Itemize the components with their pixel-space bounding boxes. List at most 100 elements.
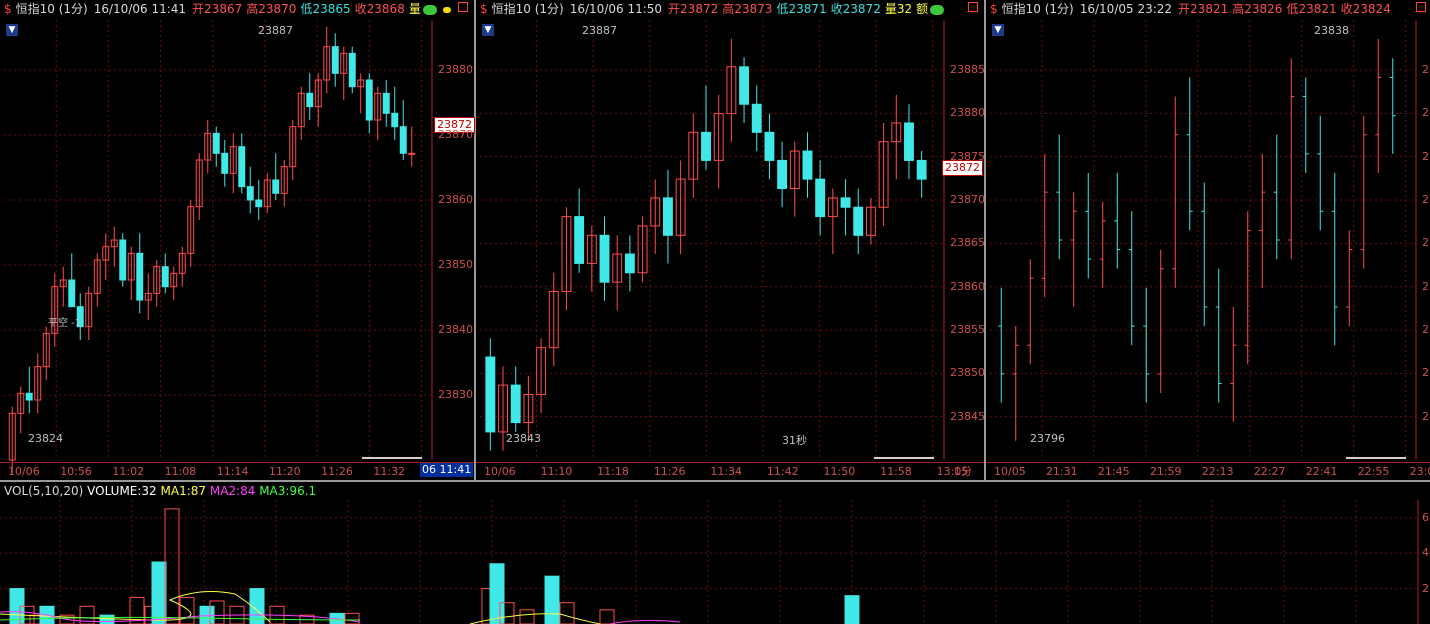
candle-body (306, 92, 314, 108)
x-tick-label: 10/05 (994, 465, 1026, 478)
candle-body (221, 152, 229, 174)
candle-body (815, 178, 826, 218)
candle-body (777, 159, 788, 190)
x-tick-label: 11:08 (164, 465, 197, 478)
y-tick-label: 23860 (438, 193, 473, 206)
candle-body (599, 234, 610, 283)
candle-body (382, 92, 390, 114)
x-tick-label: 10/06 (8, 465, 40, 478)
x-tick-label: 11:58 (880, 465, 912, 478)
candle-body (408, 152, 416, 155)
x-tick-label: 11:10 (540, 465, 573, 478)
candle-body (25, 392, 33, 401)
x-tick-label: 22:13 (1201, 465, 1234, 478)
high-marker: 23887 (258, 24, 293, 37)
x-tick-label: 11:20 (268, 465, 301, 478)
x-tick-label: 22:41 (1305, 465, 1338, 478)
x-axis: 10/06 10:56 11:02 11:08 11:14 11:20 11:26 11:32… (0, 462, 474, 481)
candle-body (701, 131, 711, 161)
bar-countdown: 31秒 (782, 434, 807, 447)
y-tick-label: 2 (1422, 366, 1429, 380)
volume-bar (151, 561, 167, 624)
y-tick-label: 2 (1422, 63, 1429, 76)
candle-body (739, 66, 749, 105)
y-tick-label: 23880 (438, 63, 473, 76)
candle-body (365, 79, 373, 121)
candle-body (399, 126, 407, 154)
period-label: 1分 (954, 465, 972, 478)
y-tick-label: 2 (1422, 409, 1429, 423)
chart-panel-3[interactable]: $ 恒指10 (1分) 16/10/05 23:22 开23821 高23826 低238… (986, 0, 1430, 480)
candle-body (751, 103, 762, 133)
candle-body (391, 112, 399, 128)
y-tick-label: 23850 (438, 258, 473, 271)
candle-body (802, 150, 813, 180)
trade-marker: 平空 -1 (48, 318, 82, 329)
volume-bar (99, 614, 115, 624)
x-tick-label: 11:26 (653, 465, 686, 478)
candlestick-chart-2[interactable] (476, 0, 986, 480)
x-tick-label: 10:56 (60, 465, 92, 478)
y-tick-label: 2 (1422, 279, 1429, 293)
volume-bar (844, 595, 860, 624)
y-tick-label: 23850 (950, 366, 985, 380)
x-tick-label: 22:27 (1253, 465, 1286, 478)
candle-body (212, 132, 220, 154)
chart-panel-2[interactable]: $ 恒指10 (1分) 16/10/06 11:50 开23872 高23873 低238… (476, 0, 986, 480)
y-tick-label: 2 (1422, 236, 1429, 250)
volume-bar (489, 563, 505, 624)
x-tick-label: 23:09 (1409, 465, 1430, 478)
y-tick-label: 2 (1422, 193, 1429, 206)
scroll-indicator (362, 457, 422, 459)
volume-chart[interactable] (0, 482, 1430, 624)
x-tick-label: 21:59 (1149, 465, 1182, 478)
chart-panel-1[interactable]: $ 恒指10 (1分) 16/10/06 11:41 开23867 高23870 低238… (0, 0, 476, 480)
y-tick-label: 23855 (950, 323, 985, 336)
ma2-line (609, 619, 681, 624)
candle-body (574, 216, 585, 264)
scroll-indicator (1346, 457, 1406, 459)
y-tick-label: 2 (1422, 581, 1429, 595)
low-marker: 23824 (28, 432, 63, 445)
volume-bar (559, 602, 575, 624)
x-tick-label: 22:55 (1357, 465, 1390, 478)
candlestick-chart-1[interactable] (0, 0, 476, 480)
candle-body (246, 186, 254, 201)
x-tick-label: 11:14 (216, 465, 249, 478)
y-tick-label: 2 (1422, 323, 1429, 336)
x-tick-label: 11:02 (112, 465, 145, 478)
candle-body (272, 179, 280, 194)
candle-body (485, 356, 496, 433)
low-marker: 23843 (506, 432, 541, 445)
candle-body (663, 197, 673, 236)
x-tick-label: 11:34 (710, 465, 743, 478)
candle-body (331, 46, 339, 74)
y-tick-label: 23830 (438, 388, 473, 401)
x-tick-label: 11:50 (823, 465, 856, 478)
candle-body (840, 197, 851, 208)
candle-body (624, 253, 635, 274)
candle-body (348, 52, 356, 88)
candle-body (510, 384, 521, 424)
candle-body (255, 199, 263, 208)
x-tick-label: 11:18 (597, 465, 629, 478)
x-tick-label: 11:32 (373, 465, 406, 478)
x-tick-label: 21:45 (1097, 465, 1130, 478)
candle-body (764, 131, 775, 161)
candle-body (238, 146, 246, 188)
candlestick-chart-3[interactable] (986, 0, 1430, 480)
y-tick-label: 23860 (950, 279, 985, 293)
current-time-tag: 06 11:41 (420, 463, 474, 477)
y-tick-label: 23870 (950, 193, 985, 206)
scroll-indicator (874, 457, 934, 459)
candle-body (136, 252, 144, 301)
y-tick-label: 23870 (438, 128, 473, 141)
volume-bar (544, 575, 560, 624)
candle-body (916, 159, 927, 180)
y-tick-label: 23885 (950, 63, 985, 76)
volume-panel[interactable]: VOL(5,10,20) VOLUME:32 MA1:87 MA2:84 MA3… (0, 480, 1430, 624)
x-axis: 10/05 21:31 21:45 21:59 22:13 22:27 22:41 22:55… (986, 462, 1430, 481)
y-tick-label: 2 (1422, 106, 1429, 120)
candle-body (853, 206, 864, 236)
candle-body (68, 279, 76, 308)
